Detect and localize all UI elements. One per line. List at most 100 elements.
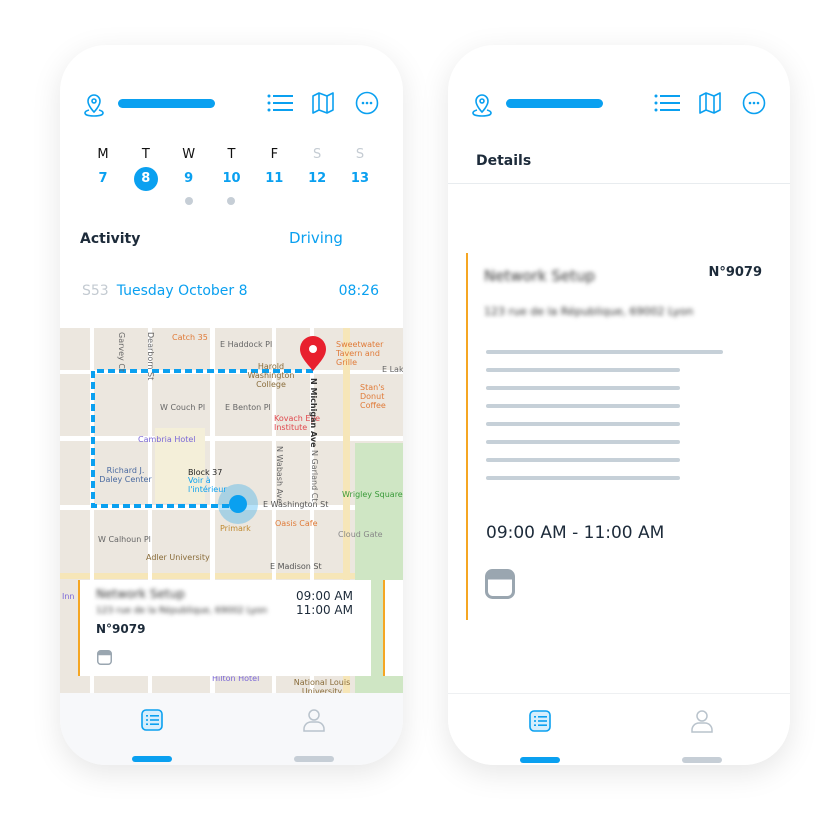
activity-label: Activity [80,231,141,247]
details-title: Details [476,153,532,169]
day-number: 7 [98,171,108,186]
week-number: S53 [82,283,109,299]
map-view[interactable]: Catch 35 E Haddock Pl Harold Washington … [60,328,403,695]
map-label: Primark [220,524,251,533]
weekday-letter: M [97,147,109,162]
list-tab-icon [528,709,552,733]
map-label: Cloud Gate [338,530,383,539]
job-address: 123 rue de la République, 69002 Lyon [484,305,694,318]
map-label: E Lake [382,365,403,374]
user-icon [690,709,714,733]
day-row[interactable]: S53 Tuesday October 8 08:26 [82,283,379,299]
list-tab-icon [140,708,164,732]
day-8[interactable]: T8 [131,147,161,205]
text-placeholder-line [486,458,680,462]
tab-profile[interactable] [294,708,334,762]
map-label: Catch 35 [172,333,208,342]
job-time-range: 09:00 AM - 11:00 AM [486,523,665,543]
day-13[interactable]: S 13 [345,147,375,205]
day-number: 11 [265,171,284,186]
job-start: 09:00 AM [296,589,353,603]
header [448,45,790,155]
map-label: Sweetwater Tavern and Grille [336,340,384,367]
map-label: N Garland Ct [310,450,319,502]
more-icon[interactable] [742,91,768,115]
tab-indicator-active [132,756,172,762]
driving-mode-link[interactable]: Driving [289,229,343,247]
map-label: W Couch Pl [160,403,206,412]
day-12[interactable]: S 12 [302,147,332,205]
user-icon [302,708,326,732]
text-placeholder-line [486,422,680,426]
list-icon[interactable] [267,91,293,115]
weekday-letter: F [270,147,279,162]
job-address: 123 rue de la République, 69002 Lyon [96,606,268,616]
location-pin-icon[interactable] [82,93,106,119]
weekday-letter: S [355,147,365,162]
title-placeholder-bar [118,99,215,108]
title-placeholder-bar [506,99,603,108]
map-label: Cambria Hotel [138,435,196,444]
job-title: Network Setup [484,267,596,285]
calendar-icon [97,650,112,665]
text-placeholder-line [486,350,723,354]
divider [448,183,790,184]
more-icon[interactable] [355,91,381,115]
weekday-letter: S [313,147,322,162]
tab-bar [448,693,790,765]
day-number: 9 [184,171,194,186]
text-placeholder-line [486,404,680,408]
tab-list[interactable] [520,709,560,763]
day-number: 8 [133,167,158,191]
job-title: Network Setup [96,587,185,601]
day-9[interactable]: W9 [174,147,204,205]
day-11[interactable]: F 11 [259,147,289,205]
map-label: E Benton Pl [225,403,271,412]
tab-profile[interactable] [682,709,722,763]
job-number: N°9079 [96,622,146,636]
event-dot [184,197,193,205]
day-date: Tuesday October 8 [116,283,248,299]
map-label: Richard J. Daley Center [99,466,152,484]
text-placeholder-line [486,368,680,372]
tab-bar [60,693,403,765]
map-label: Dearborn St [146,332,155,381]
job-end: 11:00 AM [296,603,353,617]
day-10[interactable]: T 10 [216,147,246,205]
weekday-letter: T [227,147,236,162]
day-7[interactable]: M7 [88,147,118,205]
map-label: W Calhoun Pl [98,535,151,544]
map-label: N Michigan Ave [309,378,318,448]
map-label: Wrigley Square [342,490,403,499]
location-pin-icon[interactable] [470,93,494,119]
tab-indicator [294,756,334,762]
map-label: Oasis Cafe [275,519,318,528]
map-icon[interactable] [698,91,724,115]
job-card[interactable]: Network Setup 123 rue de la République, … [78,580,371,676]
weekday-letter: W [182,147,196,162]
day-number: 10 [222,171,241,186]
next-job-card[interactable] [383,580,403,676]
day-number: 13 [350,171,370,186]
job-number: N°9079 [708,265,762,280]
event-dot [227,197,236,205]
day-number: 12 [308,171,327,186]
header [60,45,403,155]
map-label: Adler University [146,553,210,562]
text-placeholder-line [486,386,680,390]
tab-indicator [682,757,722,763]
map-label: Voir à l'intérieur [188,476,227,494]
job-time: 09:00 AM 11:00 AM [296,589,353,617]
tab-indicator-active [520,757,560,763]
tab-list[interactable] [132,708,172,762]
calendar-icon[interactable] [485,569,515,599]
map-label: Inn [62,592,75,601]
phone-details-screen: Details Network Setup N°9079 123 rue de … [448,45,790,765]
text-placeholder-line [486,476,680,480]
map-icon[interactable] [311,91,337,115]
map-label: E Haddock Pl [220,340,273,349]
text-placeholder-line [486,440,680,444]
list-icon[interactable] [654,91,680,115]
phone-activity-screen: M 7 T 8 W 9 T 10 F 11 S 12 S 13 Activity Driving S53 T… [60,45,403,765]
map-label: Stan's Donut Coffee [360,383,386,410]
